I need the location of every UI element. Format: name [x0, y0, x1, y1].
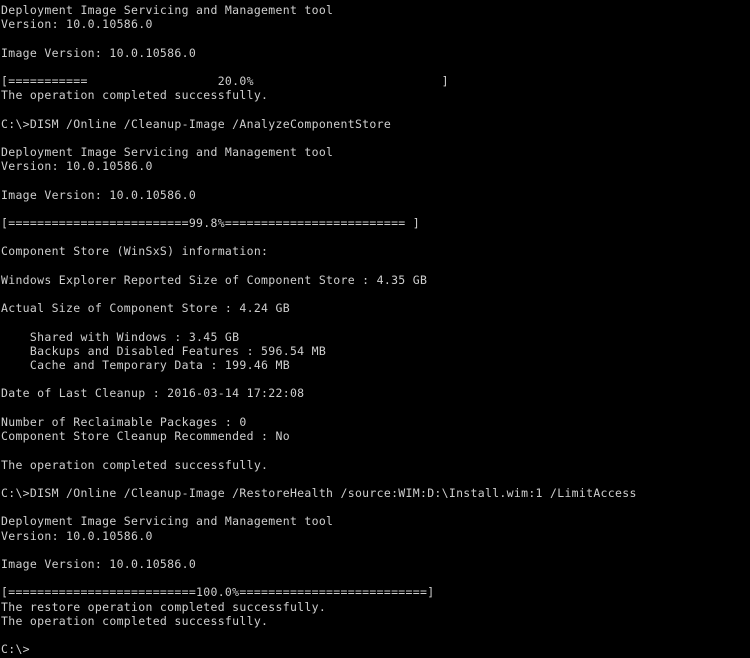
console-line: C:\> — [1, 642, 30, 657]
console-line: Number of Reclaimable Packages : 0 — [1, 414, 247, 429]
console-line: C:\>DISM /Online /Cleanup-Image /Analyze… — [1, 116, 392, 131]
console-line: Version: 10.0.10586.0 — [1, 528, 153, 543]
console-line: Image Version: 10.0.10586.0 — [1, 45, 197, 60]
console-line: Shared with Windows : 3.45 GB — [1, 329, 240, 344]
console-line: Image Version: 10.0.10586.0 — [1, 556, 197, 571]
console-line: Date of Last Cleanup : 2016-03-14 17:22:… — [1, 386, 305, 401]
console-line: [=========== 20.0% ] — [1, 74, 449, 89]
console-line: [==========================100.0%=======… — [1, 585, 435, 600]
console-line: Deployment Image Servicing and Managemen… — [1, 3, 334, 17]
console-line: The restore operation completed successf… — [1, 599, 327, 614]
console-line: Component Store (WinSxS) information: — [1, 244, 269, 259]
console-line: Deployment Image Servicing and Managemen… — [1, 145, 334, 160]
console-line: Backups and Disabled Features : 596.54 M… — [1, 343, 327, 358]
console-line: Component Store Cleanup Recommended : No — [1, 429, 290, 444]
console-line: Cache and Temporary Data : 199.46 MB — [1, 358, 290, 373]
console-line: Image Version: 10.0.10586.0 — [1, 187, 197, 202]
console-line: C:\>DISM /Online /Cleanup-Image /Restore… — [1, 485, 637, 500]
console-line: Actual Size of Component Store : 4.24 GB — [1, 301, 290, 316]
console-line: The operation completed successfully. — [1, 88, 269, 103]
console-line: Deployment Image Servicing and Managemen… — [1, 514, 334, 529]
terminal-console-output[interactable]: Deployment Image Servicing and Managemen… — [0, 0, 750, 658]
console-line: [=========================99.8%=========… — [1, 216, 420, 231]
console-line: The operation completed successfully. — [1, 613, 269, 628]
console-line: Version: 10.0.10586.0 — [1, 159, 153, 174]
console-line: Version: 10.0.10586.0 — [1, 17, 153, 32]
console-line: The operation completed successfully. — [1, 457, 269, 472]
console-line: Windows Explorer Reported Size of Compon… — [1, 272, 428, 287]
